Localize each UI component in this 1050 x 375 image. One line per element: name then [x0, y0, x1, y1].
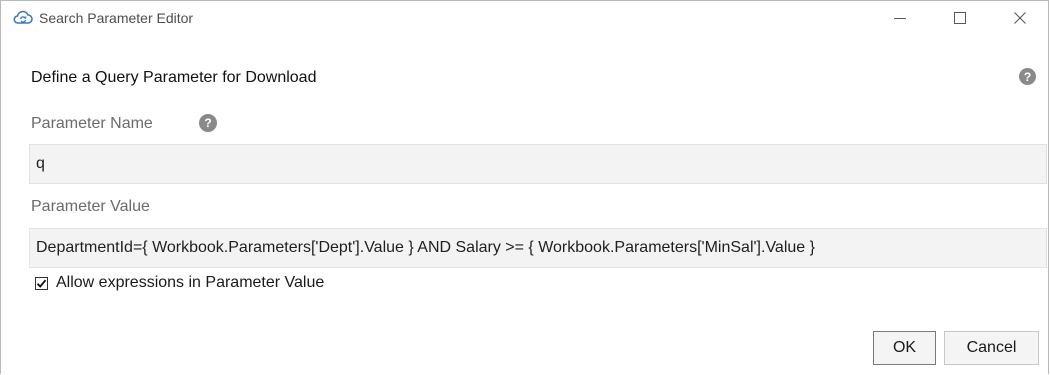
close-icon [1014, 12, 1026, 24]
minimize-icon [894, 18, 906, 19]
parameter-name-label: Parameter Name [31, 115, 153, 132]
help-icon[interactable]: ? [1019, 68, 1036, 85]
title-bar[interactable]: Search Parameter Editor [1, 1, 1048, 35]
parameter-name-input[interactable]: q [29, 144, 1047, 184]
maximize-button[interactable] [937, 1, 983, 35]
parameter-name-help-icon[interactable]: ? [199, 114, 217, 132]
allow-expressions-checkbox[interactable] [35, 276, 48, 290]
checkmark-icon [36, 279, 47, 288]
parameter-value-label: Parameter Value [31, 198, 150, 215]
dialog-heading: Define a Query Parameter for Download [31, 69, 317, 86]
close-button[interactable] [997, 1, 1043, 35]
cancel-button[interactable]: Cancel [944, 331, 1039, 365]
parameter-value-input[interactable]: DepartmentId={ Workbook.Parameters['Dept… [29, 228, 1047, 268]
allow-expressions-row[interactable]: Allow expressions in Parameter Value [35, 274, 324, 292]
cloud-sync-icon [13, 9, 33, 27]
allow-expressions-label: Allow expressions in Parameter Value [56, 274, 325, 291]
ok-button[interactable]: OK [873, 331, 936, 365]
window-title: Search Parameter Editor [39, 10, 194, 26]
dialog-window: Search Parameter Editor Define a Query P… [0, 0, 1049, 374]
maximize-icon [954, 12, 966, 24]
minimize-button[interactable] [877, 1, 923, 35]
